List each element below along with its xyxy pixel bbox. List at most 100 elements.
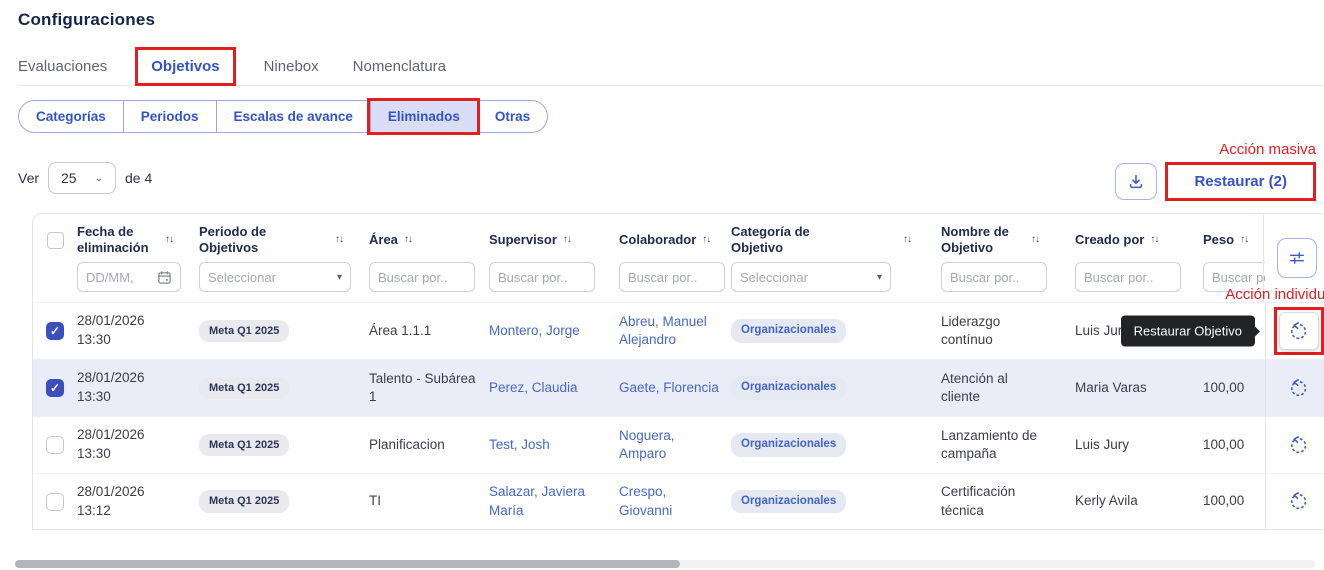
- horizontal-scrollbar-track[interactable]: [15, 560, 1315, 568]
- collaborator-filter-input[interactable]: [619, 262, 725, 292]
- objective-name: Liderazgo contínuo: [941, 313, 1075, 349]
- subtab-periodos[interactable]: Periodos: [123, 101, 216, 132]
- category-badge: Organizacionales: [731, 376, 846, 400]
- column-header-area: Área ↑↓: [369, 232, 489, 248]
- tab-ninebox[interactable]: Ninebox: [264, 58, 319, 75]
- horizontal-scrollbar-thumb[interactable]: [15, 560, 680, 568]
- sort-icon[interactable]: ↑↓: [1150, 234, 1158, 247]
- page-size-value: 25: [61, 170, 77, 186]
- annotation-box-individual-restore: [1274, 307, 1324, 355]
- subtab-categorias[interactable]: Categorías: [19, 101, 123, 132]
- supervisor-link[interactable]: Salazar, Javiera María: [489, 483, 619, 519]
- filter-row: DD/MM, Seleccionar ▾: [33, 260, 1263, 302]
- page-title: Configuraciones: [18, 10, 1324, 30]
- individual-action-annotation: Acción individual: [1225, 286, 1324, 303]
- column-header-categoria: Categoría de Objetivo ↑↓: [731, 224, 941, 257]
- restore-icon: [1289, 322, 1308, 341]
- main-tabs: Evaluaciones Objetivos Ninebox Nomenclat…: [18, 60, 1324, 86]
- area-value: Área 1.1.1: [369, 322, 489, 340]
- area-value: Talento - Subárea 1: [369, 370, 489, 406]
- total-count-label: de 4: [125, 170, 152, 186]
- download-button[interactable]: [1115, 163, 1157, 200]
- sort-icon[interactable]: ↑↓: [1240, 234, 1248, 247]
- sort-icon[interactable]: ↑↓: [563, 234, 571, 247]
- deletion-date: 28/01/202613:30: [77, 369, 199, 407]
- created-by-filter-input[interactable]: [1075, 262, 1181, 292]
- column-header-colaborador: Colaborador ↑↓: [619, 232, 731, 248]
- area-value: Planificacion: [369, 436, 489, 454]
- configurations-page: Configuraciones Evaluaciones Objetivos N…: [0, 0, 1324, 530]
- mass-actions: Acción masiva Restaurar (2): [1115, 141, 1316, 201]
- restore-icon: [1289, 492, 1308, 511]
- date-filter[interactable]: DD/MM,: [77, 262, 181, 292]
- created-by: Kerly Avila: [1075, 492, 1203, 510]
- category-badge: Organizacionales: [731, 433, 846, 457]
- row-checkbox[interactable]: ✓: [46, 322, 64, 340]
- deletion-date: 28/01/202613:30: [77, 426, 199, 464]
- sort-icon[interactable]: ↑↓: [1031, 234, 1039, 247]
- weight-value: 100,00: [1203, 379, 1265, 397]
- table-row: ✓ 28/01/202613:30 Meta Q1 2025 Área 1.1.…: [33, 302, 1324, 359]
- tab-objetivos[interactable]: Objetivos: [151, 58, 219, 75]
- sort-icon[interactable]: ↑↓: [335, 234, 343, 247]
- column-settings-icon: [1288, 249, 1306, 267]
- category-badge: Organizacionales: [731, 490, 846, 514]
- page-size-select[interactable]: 25 ⌄: [48, 162, 116, 194]
- chevron-down-icon: ⌄: [95, 173, 103, 184]
- tab-evaluaciones[interactable]: Evaluaciones: [18, 58, 107, 75]
- subtab-eliminados[interactable]: Eliminados: [370, 101, 477, 132]
- page-size-control: Ver 25 ⌄ de 4: [18, 162, 152, 194]
- supervisor-filter-input[interactable]: [489, 262, 595, 292]
- created-by: Maria Varas: [1075, 379, 1203, 397]
- supervisor-link[interactable]: Perez, Claudia: [489, 379, 619, 397]
- tab-nomenclatura[interactable]: Nomenclatura: [353, 58, 446, 75]
- restore-selected-button[interactable]: Restaurar (2): [1168, 165, 1313, 198]
- restore-row-button[interactable]: [1289, 436, 1308, 455]
- column-header-nombre: Nombre de Objetivo ↑↓: [941, 224, 1075, 257]
- row-checkbox[interactable]: ✓: [46, 379, 64, 397]
- calendar-icon: [157, 270, 172, 285]
- area-filter-input[interactable]: [369, 262, 475, 292]
- restore-row-button[interactable]: [1289, 492, 1308, 511]
- column-header-creado: Creado por ↑↓: [1075, 232, 1203, 248]
- supervisor-link[interactable]: Test, Josh: [489, 436, 619, 454]
- objective-name-filter-input[interactable]: [941, 262, 1047, 292]
- column-header-supervisor: Supervisor ↑↓: [489, 232, 619, 248]
- sort-icon[interactable]: ↑↓: [404, 234, 412, 247]
- collaborator-link[interactable]: Gaete, Florencia: [619, 379, 731, 397]
- period-badge: Meta Q1 2025: [199, 320, 289, 343]
- collaborator-link[interactable]: Abreu, Manuel Alejandro: [619, 313, 731, 349]
- restore-icon: [1289, 379, 1308, 398]
- weight-value: 100,00: [1203, 436, 1265, 454]
- sort-icon[interactable]: ↑↓: [165, 234, 173, 247]
- category-badge: Organizacionales: [731, 319, 846, 343]
- row-checkbox[interactable]: [46, 493, 64, 511]
- chevron-down-icon: ▾: [877, 272, 882, 283]
- row-checkbox[interactable]: [46, 436, 64, 454]
- subtab-otras[interactable]: Otras: [477, 101, 547, 132]
- supervisor-link[interactable]: Montero, Jorge: [489, 322, 619, 340]
- subtab-escalas-de-avance[interactable]: Escalas de avance: [216, 101, 370, 132]
- column-header-peso: Peso ↑↓: [1203, 232, 1265, 248]
- restore-tooltip: Restaurar Objetivo: [1121, 316, 1255, 347]
- collaborator-link[interactable]: Crespo, Giovanni: [619, 483, 731, 519]
- header-row: Fecha de eliminación ↑↓ Periodo de Objet…: [33, 214, 1263, 260]
- restore-row-button[interactable]: [1289, 379, 1308, 398]
- sort-icon[interactable]: ↑↓: [903, 234, 911, 247]
- category-filter-select[interactable]: Seleccionar ▾: [731, 262, 891, 292]
- deleted-objectives-table: Acción individual Fecha de eliminación ↑…: [32, 213, 1324, 530]
- table-row: 28/01/202613:30 Meta Q1 2025 Planificaci…: [33, 416, 1324, 473]
- table-row: 28/01/202613:12 Meta Q1 2025 TI Salazar,…: [33, 473, 1324, 530]
- deletion-date: 28/01/202613:12: [77, 483, 199, 521]
- restore-row-button[interactable]: [1279, 312, 1319, 350]
- weight-value: 100,00: [1203, 492, 1265, 510]
- sort-icon[interactable]: ↑↓: [702, 234, 710, 247]
- chevron-down-icon: ▾: [337, 272, 342, 283]
- select-all-checkbox[interactable]: [47, 232, 64, 249]
- annotation-box-restore: Restaurar (2): [1165, 162, 1316, 201]
- column-settings-button[interactable]: [1277, 238, 1317, 278]
- download-icon: [1127, 173, 1145, 191]
- collaborator-link[interactable]: Noguera, Amparo: [619, 427, 731, 463]
- objective-name: Atención al cliente: [941, 370, 1075, 406]
- period-filter-select[interactable]: Seleccionar ▾: [199, 262, 351, 292]
